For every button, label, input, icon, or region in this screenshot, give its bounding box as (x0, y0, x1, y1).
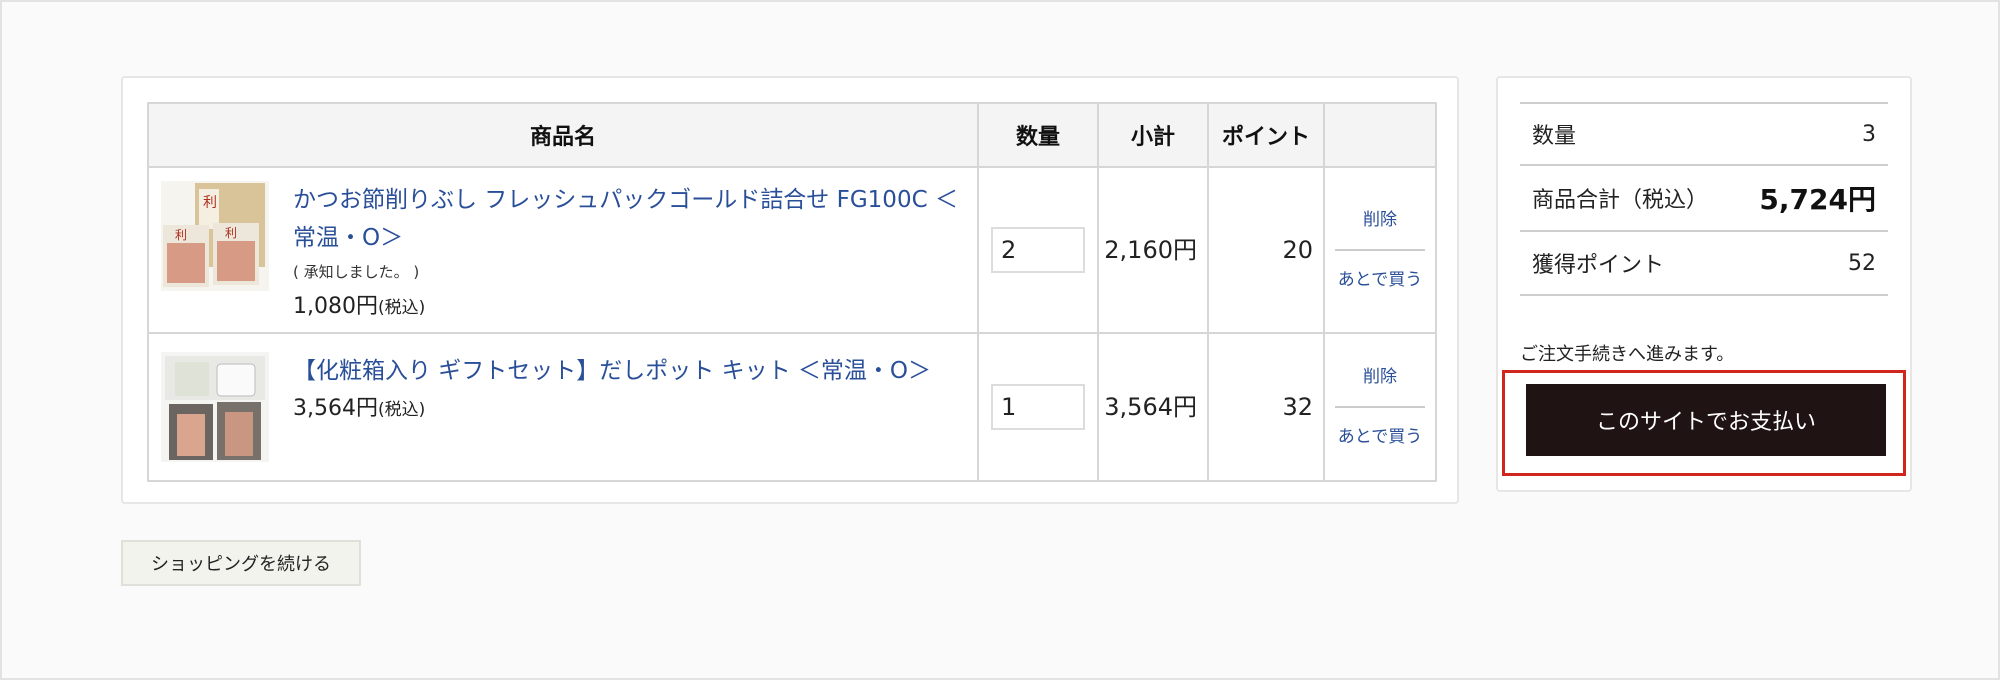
actions-cell: 削除 あとで買う (1323, 166, 1437, 334)
cart-table: 商品名 数量 小計 ポイント 利 利 利 かつお節削りぶし フレッシュパックゴー… (147, 102, 1437, 482)
divider (1335, 406, 1425, 408)
subtotal-cell: 3,564円 (1097, 332, 1209, 482)
product-thumbnail[interactable]: 利 利 利 (161, 180, 269, 291)
summary-quantity-value: 3 (1862, 121, 1876, 147)
product-price: 3,564円(税込) (293, 390, 931, 422)
pay-on-site-button[interactable]: このサイトでお支払い (1526, 384, 1886, 456)
delete-link[interactable]: 削除 (1335, 205, 1425, 235)
product-price-value: 3,564円 (293, 396, 378, 421)
points-cell: 32 (1207, 332, 1325, 482)
header-product-name: 商品名 (147, 102, 979, 168)
header-quantity: 数量 (977, 102, 1099, 168)
svg-text:利: 利 (225, 226, 237, 240)
header-actions (1323, 102, 1437, 168)
quantity-cell (977, 332, 1099, 482)
points-value: 32 (1282, 393, 1313, 421)
continue-shopping-button[interactable]: ショッピングを続ける (121, 540, 361, 586)
product-thumbnail[interactable] (161, 352, 269, 462)
quantity-input[interactable] (991, 227, 1085, 273)
summary-points-value: 52 (1848, 250, 1876, 276)
summary-quantity-label: 数量 (1532, 124, 1577, 149)
table-row: 【化粧箱入り ギフトセット】だしポット キット ＜常温・O＞ 3,564円(税込… (147, 332, 1437, 482)
product-note: ( 承知しました。 ) (293, 262, 420, 281)
summary-points-row: 獲得ポイント 52 (1520, 232, 1888, 296)
subtotal-value: 3,564円 (1104, 393, 1197, 421)
summary-total-label: 商品合計（税込） (1532, 188, 1709, 213)
quantity-cell (977, 166, 1099, 334)
product-name-link[interactable]: かつお節削りぶし フレッシュパックゴールド詰合せ FG100C ＜常温・O＞ (293, 181, 965, 257)
buy-later-link[interactable]: あとで買う (1335, 265, 1425, 295)
subtotal-value: 2,160円 (1104, 236, 1197, 264)
summary-total-row: 商品合計（税込） 5,724円 (1520, 166, 1888, 232)
points-cell: 20 (1207, 166, 1325, 334)
points-value: 20 (1282, 236, 1313, 264)
product-cell: 【化粧箱入り ギフトセット】だしポット キット ＜常温・O＞ 3,564円(税込… (147, 332, 979, 482)
buy-later-link[interactable]: あとで買う (1335, 422, 1425, 452)
delete-link[interactable]: 削除 (1335, 362, 1425, 392)
table-row: 利 利 利 かつお節削りぶし フレッシュパックゴールド詰合せ FG100C ＜常… (147, 166, 1437, 334)
header-points: ポイント (1207, 102, 1325, 168)
product-cell: 利 利 利 かつお節削りぶし フレッシュパックゴールド詰合せ FG100C ＜常… (147, 166, 979, 334)
order-summary-panel: 数量 3 商品合計（税込） 5,724円 獲得ポイント 52 ご注文手続きへ進み… (1496, 76, 1912, 492)
product-price: 1,080円(税込) (293, 288, 965, 320)
actions-cell: 削除 あとで買う (1323, 332, 1437, 482)
product-price-value: 1,080円 (293, 293, 378, 319)
table-header-row: 商品名 数量 小計 ポイント (147, 102, 1437, 168)
divider (1335, 249, 1425, 251)
summary-points-label: 獲得ポイント (1532, 253, 1665, 278)
price-tax-label: (税込) (377, 400, 426, 420)
quantity-input[interactable] (991, 384, 1085, 430)
cart-panel: 商品名 数量 小計 ポイント 利 利 利 かつお節削りぶし フレッシュパックゴー… (121, 76, 1459, 504)
header-subtotal: 小計 (1097, 102, 1209, 168)
svg-text:利: 利 (203, 195, 217, 211)
checkout-note: ご注文手続きへ進みます。 (1520, 344, 1735, 365)
summary-quantity-row: 数量 3 (1520, 104, 1888, 166)
summary-total-value: 5,724円 (1759, 183, 1876, 216)
subtotal-cell: 2,160円 (1097, 166, 1209, 334)
svg-text:利: 利 (175, 228, 187, 242)
product-name-link[interactable]: 【化粧箱入り ギフトセット】だしポット キット ＜常温・O＞ (293, 352, 931, 390)
price-tax-label: (税込) (377, 297, 426, 318)
